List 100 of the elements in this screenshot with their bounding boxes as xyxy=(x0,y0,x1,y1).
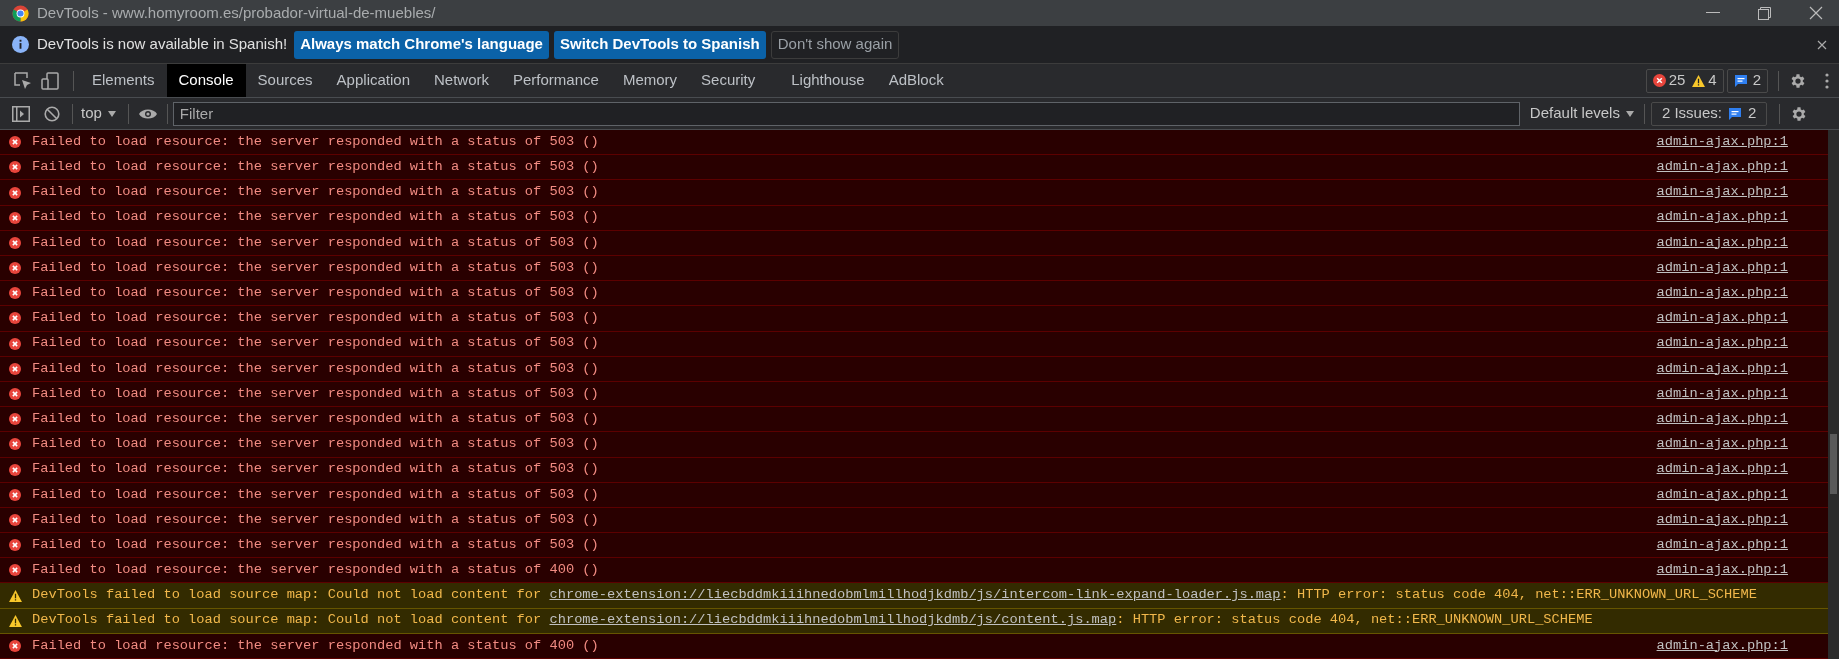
panel-tab[interactable]: Elements xyxy=(80,64,167,97)
dismiss-button[interactable]: Don't show again xyxy=(770,30,900,59)
error-icon xyxy=(9,236,21,249)
source-link[interactable]: admin-ajax.php:1 xyxy=(1656,207,1788,228)
dropdown-arrow-icon xyxy=(107,110,116,117)
source-map-link[interactable]: chrome-extension://liecbddmkiiihnedobmlmillhodjkdmb/js/intercom-link-expand-loader.js.map xyxy=(549,587,1281,603)
window-title: DevTools - www.homyroom.es/probador-virtual-de-muebles/ xyxy=(37,2,436,23)
message-icon xyxy=(1727,106,1742,121)
panel-tab[interactable]: Console xyxy=(166,64,246,97)
panel-tab[interactable]: Security xyxy=(689,64,768,97)
source-link[interactable]: admin-ajax.php:1 xyxy=(1656,408,1788,430)
inspect-element-icon[interactable] xyxy=(14,71,32,90)
error-icon xyxy=(9,337,21,350)
error-message: Failed to load resource: the server responded with a status of 503 () xyxy=(32,208,599,227)
error-message: Failed to load resource: the server responded with a status of 503 () xyxy=(32,409,599,428)
error-warning-counter[interactable]: 25 4 xyxy=(1645,68,1724,93)
error-message: Failed to load resource: the server responded with a status of 400 () xyxy=(32,561,599,580)
source-link[interactable]: admin-ajax.php:1 xyxy=(1656,333,1788,354)
issues-button[interactable]: 2 Issues: 2 xyxy=(1650,101,1768,126)
error-icon xyxy=(9,463,21,476)
settings-icon[interactable] xyxy=(1789,71,1807,90)
source-link[interactable]: admin-ajax.php:1 xyxy=(1656,257,1788,279)
error-message: Failed to load resource: the server responded with a status of 503 () xyxy=(32,485,599,504)
error-icon xyxy=(1652,74,1666,87)
panel-tab[interactable]: Lighthouse xyxy=(779,64,877,97)
source-link[interactable]: admin-ajax.php:1 xyxy=(1656,635,1788,657)
error-icon xyxy=(9,211,21,224)
error-icon xyxy=(9,413,21,426)
error-message: Failed to load resource: the server responded with a status of 503 () xyxy=(32,535,599,554)
error-message: Failed to load resource: the server responded with a status of 503 () xyxy=(32,460,599,479)
close-icon[interactable] xyxy=(1809,6,1823,20)
dropdown-arrow-icon xyxy=(1625,110,1634,117)
infobar-button[interactable]: Switch DevTools to Spanish xyxy=(553,30,766,59)
source-link[interactable]: admin-ajax.php:1 xyxy=(1656,560,1788,581)
infobar-button[interactable]: Always match Chrome's language xyxy=(294,30,549,59)
error-icon xyxy=(9,639,21,652)
browser-logo-icon xyxy=(12,4,29,22)
error-icon xyxy=(9,539,21,552)
error-icon xyxy=(9,513,21,526)
panel-tab[interactable]: Performance xyxy=(501,64,611,97)
source-link[interactable]: admin-ajax.php:1 xyxy=(1656,509,1788,531)
filter-field[interactable]: Filter xyxy=(172,101,1520,126)
warning-icon xyxy=(9,589,22,602)
warning-count: 4 xyxy=(1708,70,1717,91)
error-icon xyxy=(9,186,21,199)
info-message: DevTools is now available in Spanish! xyxy=(37,34,288,55)
sidebar-toggle-icon[interactable] xyxy=(12,105,30,122)
panel-tab[interactable]: Network xyxy=(422,64,501,97)
source-link[interactable]: admin-ajax.php:1 xyxy=(1656,434,1788,455)
source-link[interactable]: admin-ajax.php:1 xyxy=(1656,232,1788,254)
error-message: Failed to load resource: the server responded with a status of 503 () xyxy=(32,510,599,529)
error-icon xyxy=(9,564,21,577)
source-link[interactable]: admin-ajax.php:1 xyxy=(1656,534,1788,556)
warning-icon xyxy=(9,614,22,627)
source-map-link[interactable]: chrome-extension://liecbddmkiiihnedobmlmillhodjkdmb/js/content.js.map xyxy=(549,612,1117,628)
source-link[interactable]: admin-ajax.php:1 xyxy=(1656,157,1788,178)
scrollbar[interactable] xyxy=(1828,130,1839,659)
error-message: Failed to load resource: the server responded with a status of 503 () xyxy=(32,158,599,177)
issues-counter[interactable]: 2 xyxy=(1726,68,1768,93)
panel-tab[interactable]: AdBlock xyxy=(876,64,956,97)
source-link[interactable]: admin-ajax.php:1 xyxy=(1656,484,1788,506)
info-icon xyxy=(12,36,29,53)
restore-icon[interactable] xyxy=(1758,6,1771,20)
error-message: Failed to load resource: the server responded with a status of 503 () xyxy=(32,284,599,302)
context-selector[interactable]: top xyxy=(81,102,116,125)
close-icon[interactable] xyxy=(1817,39,1827,50)
error-message: Failed to load resource: the server responded with a status of 503 () xyxy=(32,359,599,378)
error-message: Failed to load resource: the server responded with a status of 503 () xyxy=(32,334,599,353)
error-message: Failed to load resource: the server responded with a status of 503 () xyxy=(32,183,599,202)
error-icon xyxy=(9,312,21,325)
source-link[interactable]: admin-ajax.php:1 xyxy=(1656,283,1788,304)
source-link[interactable]: admin-ajax.php:1 xyxy=(1656,358,1788,380)
source-link[interactable]: admin-ajax.php:1 xyxy=(1656,459,1788,480)
error-icon xyxy=(9,438,21,451)
issue-count: 2 xyxy=(1752,70,1761,91)
warning-message: DevTools failed to load source map: Could not load content for chrome-extension://liecbddmkiiihnedobmlmillhodjkdmb/js/intercom-link-expand-loader.js.map: HTTP error: status code 404, net::ERR_UNKNOWN_URL_SCHEME xyxy=(32,586,1757,605)
panel-tab[interactable]: Application xyxy=(324,64,422,97)
error-message: Failed to load resource: the server responded with a status of 503 () xyxy=(32,435,599,454)
error-message: Failed to load resource: the server responded with a status of 503 () xyxy=(32,258,599,277)
error-icon xyxy=(9,362,21,375)
source-link[interactable]: admin-ajax.php:1 xyxy=(1656,182,1788,203)
error-message: Failed to load resource: the server responded with a status of 503 () xyxy=(32,233,599,252)
source-link[interactable]: admin-ajax.php:1 xyxy=(1656,308,1788,329)
error-message: Failed to load resource: the server responded with a status of 503 () xyxy=(32,132,599,151)
source-link[interactable]: admin-ajax.php:1 xyxy=(1656,383,1788,405)
minimize-icon[interactable] xyxy=(1706,12,1720,14)
error-message: Failed to load resource: the server responded with a status of 503 () xyxy=(32,384,599,403)
warning-message: DevTools failed to load source map: Could not load content for chrome-extension://liecbddmkiiihnedobmlmillhodjkdmb/js/content.js.map: HTTP error: status code 404, net::ERR_UNKNOWN_URL_SCHEME xyxy=(32,611,1593,630)
error-message: Failed to load resource: the server responded with a status of 503 () xyxy=(32,309,599,328)
error-icon xyxy=(9,287,21,300)
eye-icon[interactable] xyxy=(138,107,157,120)
more-options-icon[interactable] xyxy=(1825,72,1829,89)
device-toggle-icon[interactable] xyxy=(41,71,59,90)
message-icon xyxy=(1733,73,1748,88)
source-link[interactable]: admin-ajax.php:1 xyxy=(1656,131,1788,153)
error-icon xyxy=(9,161,21,174)
log-levels-dropdown[interactable]: Default levels xyxy=(1529,102,1634,125)
panel-tab[interactable]: Sources xyxy=(245,64,325,97)
panel-tab[interactable]: Memory xyxy=(610,64,690,97)
clear-console-icon[interactable] xyxy=(44,105,60,122)
